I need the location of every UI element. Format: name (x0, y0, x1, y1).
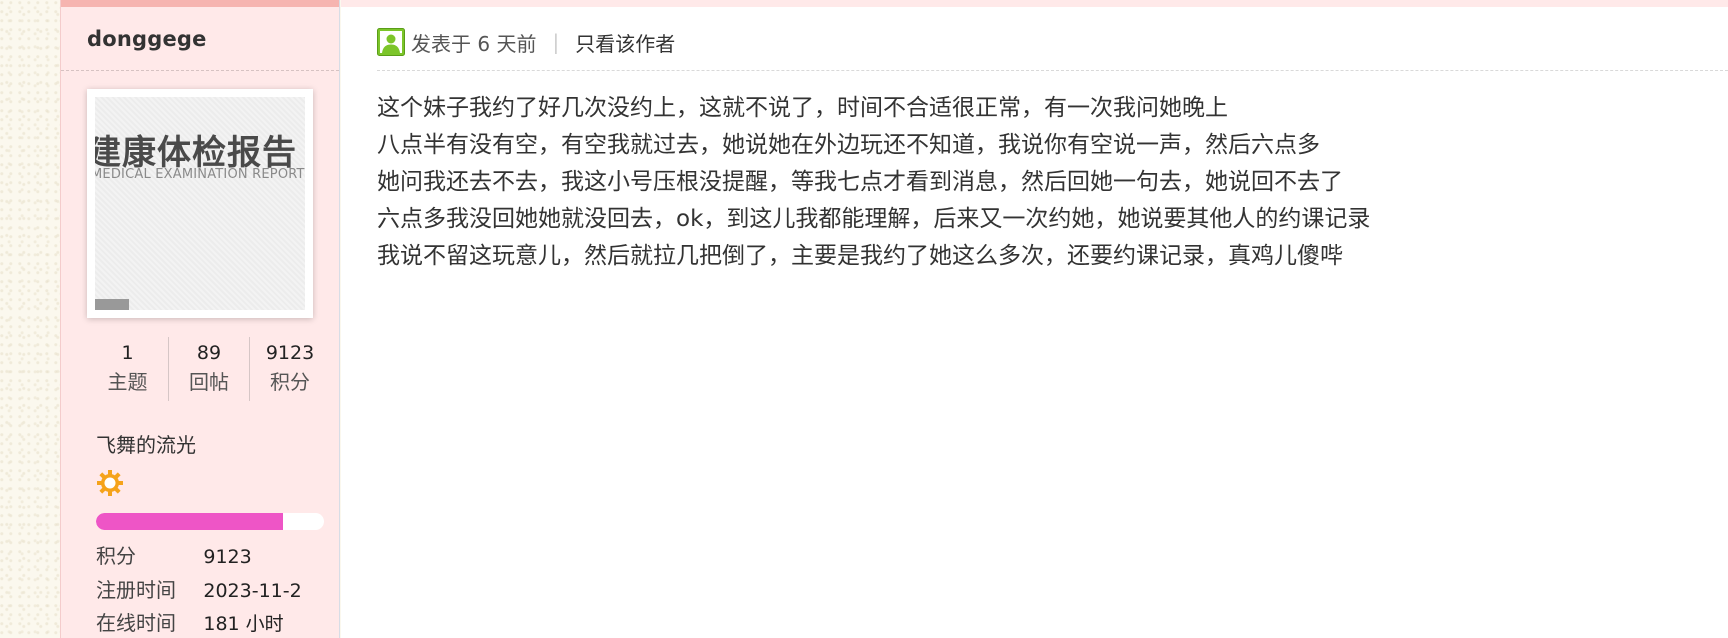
stat-replies-label: 回帖 (189, 370, 229, 394)
post-top-border (341, 0, 1728, 7)
info-register-label: 注册时间 (96, 578, 176, 602)
post-content-area: 发表于 6 天前 | 只看该作者 这个妹子我约了好几次没约上，这就不说了，时间不… (341, 0, 1728, 638)
info-points-value: 9123 (203, 546, 252, 568)
sidebar-top-border (61, 0, 339, 7)
user-online-icon (377, 28, 405, 56)
meta-separator: | (552, 30, 560, 54)
post-text-line: 她问我还去不去，我这小号压根没提醒，等我七点才看到消息，然后回她一句去，她说回不… (377, 169, 1343, 195)
avatar-frame[interactable]: 建康体检报告 MEDICAL EXAMINATION REPORT (87, 89, 313, 318)
level-progress-fill (96, 513, 283, 530)
author-sidebar: donggege 建康体检报告 MEDICAL EXAMINATION REPO… (60, 0, 340, 638)
stat-threads-label: 主题 (107, 370, 148, 394)
author-username[interactable]: donggege (87, 27, 207, 51)
author-stats: 1 主题 89 回帖 9123 积分 (87, 337, 331, 401)
stat-threads-value: 1 (121, 342, 134, 364)
post-text-line: 八点半有没有空，有空我就过去，她说她在外边玩还不知道，我说你有空说一声，然后六点… (377, 132, 1320, 158)
info-register-row: 注册时间 2023-11-2 (96, 575, 302, 605)
info-online-value: 181 小时 (203, 613, 284, 635)
post-body: 这个妹子我约了好几次没约上，这就不说了，时间不合适很正常，有一次我问她晚上 八点… (377, 90, 1717, 275)
post-text-line: 六点多我没回她她就没回去，ok，到这儿我都能理解，后来又一次约她，她说要其他人的… (377, 206, 1371, 232)
info-register-value: 2023-11-2 (203, 580, 302, 602)
stat-points-label: 积分 (270, 370, 310, 394)
info-points-label: 积分 (96, 544, 136, 568)
user-group-name[interactable]: 飞舞的流光 (96, 429, 196, 458)
sun-icon (97, 470, 123, 496)
post-time: 发表于 6 天前 (411, 31, 537, 56)
level-progress-bar (96, 513, 324, 530)
sidebar-divider (61, 70, 339, 71)
post-text-line: 这个妹子我约了好几次没约上，这就不说了，时间不合适很正常，有一次我问她晚上 (377, 95, 1228, 121)
info-points-row: 积分 9123 (96, 541, 252, 571)
stat-replies-value: 89 (196, 342, 222, 364)
avatar-image-subtitle: MEDICAL EXAMINATION REPORT (95, 167, 305, 182)
stat-replies[interactable]: 89 回帖 (168, 337, 249, 401)
stat-points[interactable]: 9123 积分 (249, 337, 330, 401)
post-meta: 发表于 6 天前 | 只看该作者 (377, 27, 675, 57)
avatar-corner-tag (95, 299, 129, 310)
only-author-link[interactable]: 只看该作者 (575, 28, 675, 57)
info-online-row: 在线时间 181 小时 (96, 608, 284, 638)
stat-threads[interactable]: 1 主题 (87, 337, 168, 401)
info-online-label: 在线时间 (96, 611, 176, 635)
post-text-line: 我说不留这玩意儿，然后就拉几把倒了，主要是我约了她这么多次，还要约课记录，真鸡儿… (377, 243, 1343, 269)
avatar[interactable]: 建康体检报告 MEDICAL EXAMINATION REPORT (95, 97, 305, 310)
stat-points-value: 9123 (265, 342, 315, 364)
post-header-divider (377, 70, 1728, 71)
